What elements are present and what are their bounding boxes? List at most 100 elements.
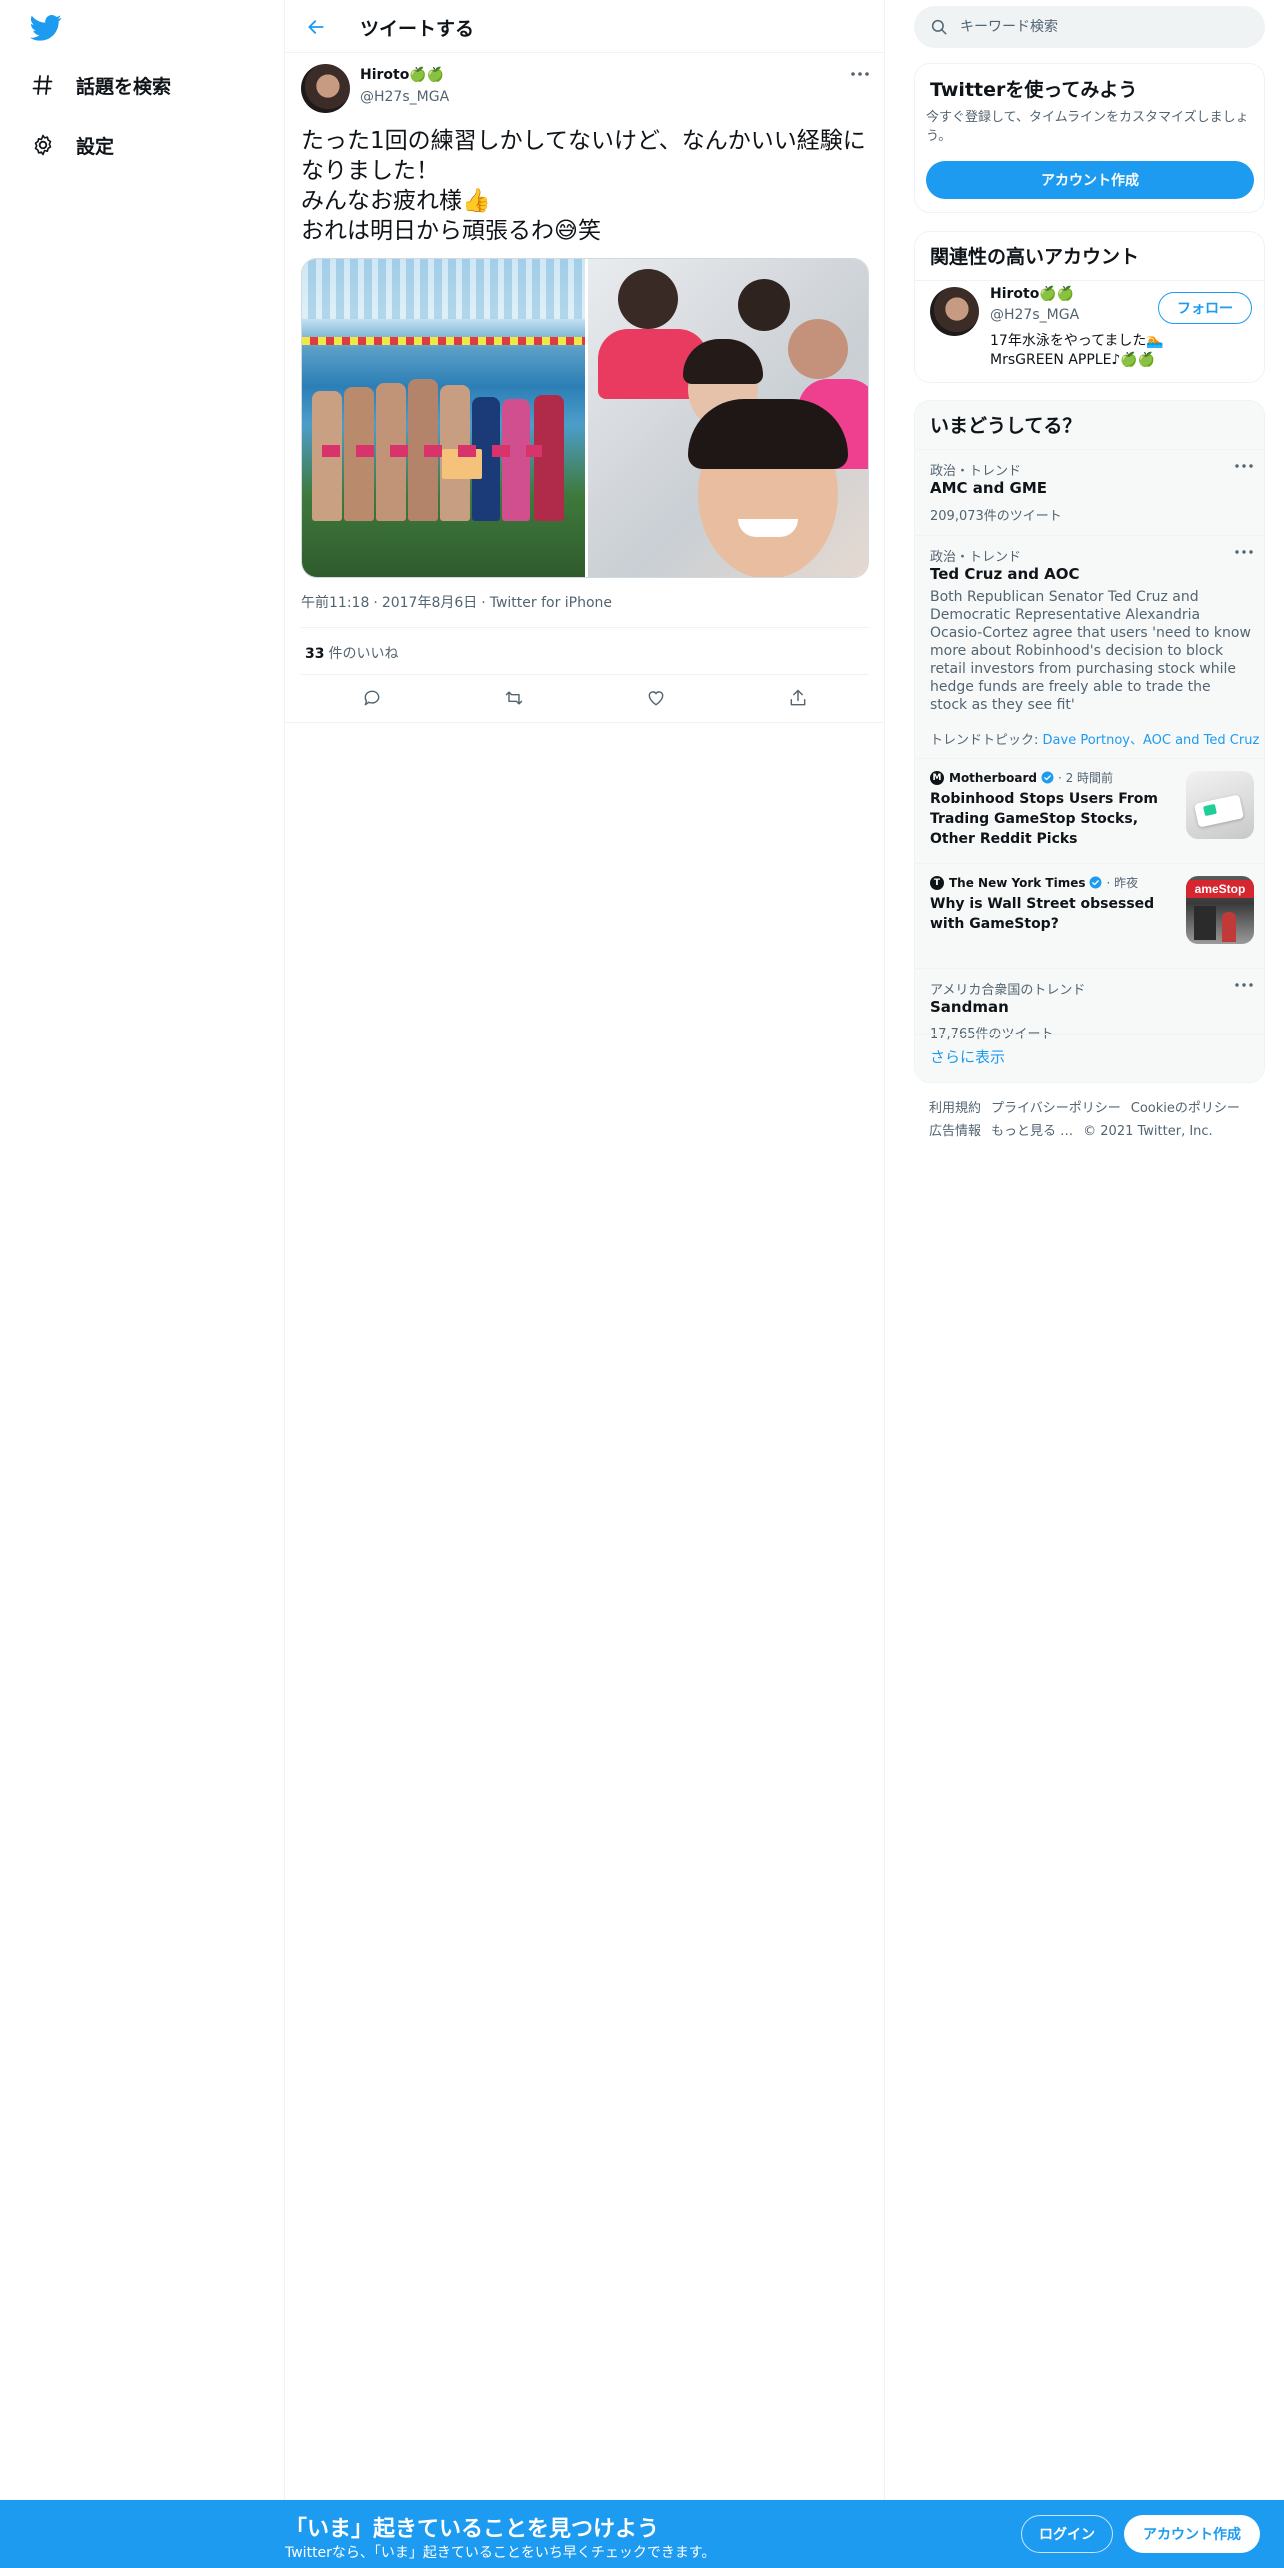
search-icon xyxy=(931,19,947,35)
gear-icon xyxy=(28,130,58,160)
trend-context: 政治・トレンド xyxy=(930,550,1022,565)
trend-count: 17,765件のツイート xyxy=(930,1027,1054,1042)
trend-topics-label: トレンドトピック: xyxy=(930,733,1039,748)
news-source-name: Motherboard xyxy=(949,770,1037,785)
nav-settings-label: 設定 xyxy=(76,135,115,158)
trend-item[interactable]: アメリカ合衆国のトレンド Sandman 17,765件のツイート xyxy=(915,968,1264,1042)
footer-link-ads[interactable]: 広告情報 xyxy=(929,1124,981,1139)
banner-headline: 「いま」起きていることを見つけよう xyxy=(285,2517,660,2542)
trend-context: 政治・トレンド xyxy=(930,464,1022,479)
trend-name: Ted Cruz and AOC xyxy=(930,565,1080,583)
footer-link-terms[interactable]: 利用規約 xyxy=(929,1101,981,1116)
follow-button[interactable]: フォロー xyxy=(1158,292,1252,324)
left-navigation: 話題を検索 設定 xyxy=(0,0,285,2500)
tweet-date: 2017年8月6日 xyxy=(381,595,478,611)
like-button[interactable] xyxy=(639,681,673,715)
trend-topics: トレンドトピック: Dave Portnoy、AOC and Ted Cruz xyxy=(930,729,1259,748)
trend-context: アメリカ合衆国のトレンド xyxy=(930,983,1086,998)
author-handle[interactable]: @H27s_MGA xyxy=(360,89,449,105)
tweet-media[interactable] xyxy=(301,258,869,578)
likes-count: 33 xyxy=(305,646,325,662)
signup-card: Twitterを使ってみよう 今すぐ登録して、タイムラインをカスタマイズしましょ… xyxy=(914,63,1265,213)
main-column: ツイートする Hiroto🍏🍏 @H27s_MGA たった1回の練習しかしてない… xyxy=(285,0,885,2500)
more-options-icon[interactable] xyxy=(849,66,871,82)
reply-icon xyxy=(364,690,380,706)
more-options-icon[interactable] xyxy=(1234,545,1254,559)
tweet-photo-2[interactable] xyxy=(585,259,868,577)
news-time: 昨夜 xyxy=(1114,876,1139,890)
divider xyxy=(915,280,1264,281)
verified-badge-icon xyxy=(1041,771,1054,784)
likes-row[interactable]: 33 件のいいね xyxy=(305,643,398,663)
news-item[interactable]: M Motherboard · 2 時間前 Robinhood Stops Us… xyxy=(915,758,1264,863)
nav-explore[interactable]: 話題を検索 xyxy=(28,65,171,105)
related-account-name[interactable]: Hiroto🍏🍏 xyxy=(990,286,1074,302)
nav-explore-label: 話題を検索 xyxy=(76,75,172,98)
likes-label: 件のいいね xyxy=(328,646,399,662)
related-account-handle[interactable]: @H27s_MGA xyxy=(990,307,1079,323)
divider xyxy=(915,1034,1264,1035)
news-thumbnail: ameStop xyxy=(1186,876,1254,944)
related-accounts-card: 関連性の高いアカウント Hiroto🍏🍏 @H27s_MGA フォロー 17年水… xyxy=(914,231,1265,383)
tweet-time: 午前11:18 xyxy=(301,595,370,611)
page-title: ツイートする xyxy=(360,18,475,40)
trend-summary: Both Republican Senator Ted Cruz and Dem… xyxy=(930,589,1251,713)
login-button[interactable]: ログイン xyxy=(1021,2515,1113,2553)
news-source: M Motherboard · 2 時間前 xyxy=(930,769,1113,786)
tweet-timestamp[interactable]: 午前11:18 · 2017年8月6日 · Twitter for iPhone xyxy=(301,592,612,612)
news-thumbnail-text: ameStop xyxy=(1186,880,1254,898)
footer-link-cookies[interactable]: Cookieのポリシー xyxy=(1131,1101,1240,1116)
motherboard-logo-icon: M xyxy=(930,770,944,785)
share-button[interactable] xyxy=(781,681,815,715)
news-headline: Why is Wall Street obsessed with GameSto… xyxy=(930,896,1155,932)
main-header: ツイートする xyxy=(285,0,885,53)
news-source-name: The New York Times xyxy=(949,875,1086,890)
trend-topics-links[interactable]: Dave Portnoy、AOC and Ted Cruz xyxy=(1043,733,1260,748)
retweet-icon xyxy=(505,691,523,705)
more-options-icon[interactable] xyxy=(1234,978,1254,992)
trend-name: AMC and GME xyxy=(930,479,1048,497)
verified-badge-icon xyxy=(1090,876,1102,889)
tweet-client: Twitter for iPhone xyxy=(489,595,613,611)
signup-card-title: Twitterを使ってみよう xyxy=(930,79,1138,101)
news-time: 2 時間前 xyxy=(1065,771,1114,785)
footer-links: 利用規約 プライバシーポリシー Cookieのポリシー 広告情報 もっと見る … © 2… xyxy=(929,1097,1259,1143)
share-icon xyxy=(790,689,806,706)
reply-button[interactable] xyxy=(355,681,389,715)
back-button[interactable] xyxy=(301,12,331,42)
author-name[interactable]: Hiroto🍏🍏 xyxy=(360,67,444,83)
news-headline: Robinhood Stops Users From Trading GameS… xyxy=(930,791,1158,847)
heart-icon xyxy=(648,691,664,706)
nyt-logo-icon: T xyxy=(930,875,944,890)
trend-name: Sandman xyxy=(930,998,1009,1016)
tweet-text: たった1回の練習しかしてないけど、なんかいい経験になりました！ みんなお疲れ様👍… xyxy=(301,128,866,244)
news-item[interactable]: T The New York Times · 昨夜 Why is Wall St… xyxy=(915,863,1264,968)
more-options-icon[interactable] xyxy=(1234,459,1254,473)
footer-link-more[interactable]: もっと見る … xyxy=(991,1124,1073,1139)
nav-settings[interactable]: 設定 xyxy=(28,125,114,165)
tweet-actions xyxy=(301,674,869,722)
footer-link-privacy[interactable]: プライバシーポリシー xyxy=(991,1101,1121,1116)
news-source: T The New York Times · 昨夜 xyxy=(930,874,1138,891)
divider xyxy=(301,627,869,628)
tweet-photo-1[interactable] xyxy=(302,259,585,577)
hashtag-icon xyxy=(28,70,58,100)
trend-item[interactable]: 政治・トレンド Ted Cruz and AOC Both Republican… xyxy=(915,535,1264,758)
create-account-button[interactable]: アカウント作成 xyxy=(926,161,1254,199)
author-avatar[interactable] xyxy=(301,64,350,113)
retweet-button[interactable] xyxy=(497,681,531,715)
search-box[interactable] xyxy=(914,6,1265,48)
banner-subtext: Twitterなら、「いま」起きていることをいち早くチェックできます。 xyxy=(285,2545,716,2561)
related-account-avatar[interactable] xyxy=(930,287,979,336)
signup-button[interactable]: アカウント作成 xyxy=(1124,2515,1260,2553)
footer-copyright: © 2021 Twitter, Inc. xyxy=(1083,1124,1213,1139)
trends-title: いまどうしてる？ xyxy=(930,415,1082,437)
search-input[interactable] xyxy=(960,19,1240,35)
news-thumbnail xyxy=(1186,771,1254,839)
related-accounts-title: 関連性の高いアカウント xyxy=(930,246,1140,268)
twitter-logo-icon[interactable] xyxy=(30,14,62,42)
trend-item[interactable]: 政治・トレンド AMC and GME 209,073件のツイート xyxy=(915,449,1264,535)
trend-count: 209,073件のツイート xyxy=(930,509,1062,524)
show-more-link[interactable]: さらに表示 xyxy=(930,1046,1005,1067)
arrow-left-icon xyxy=(308,20,324,34)
